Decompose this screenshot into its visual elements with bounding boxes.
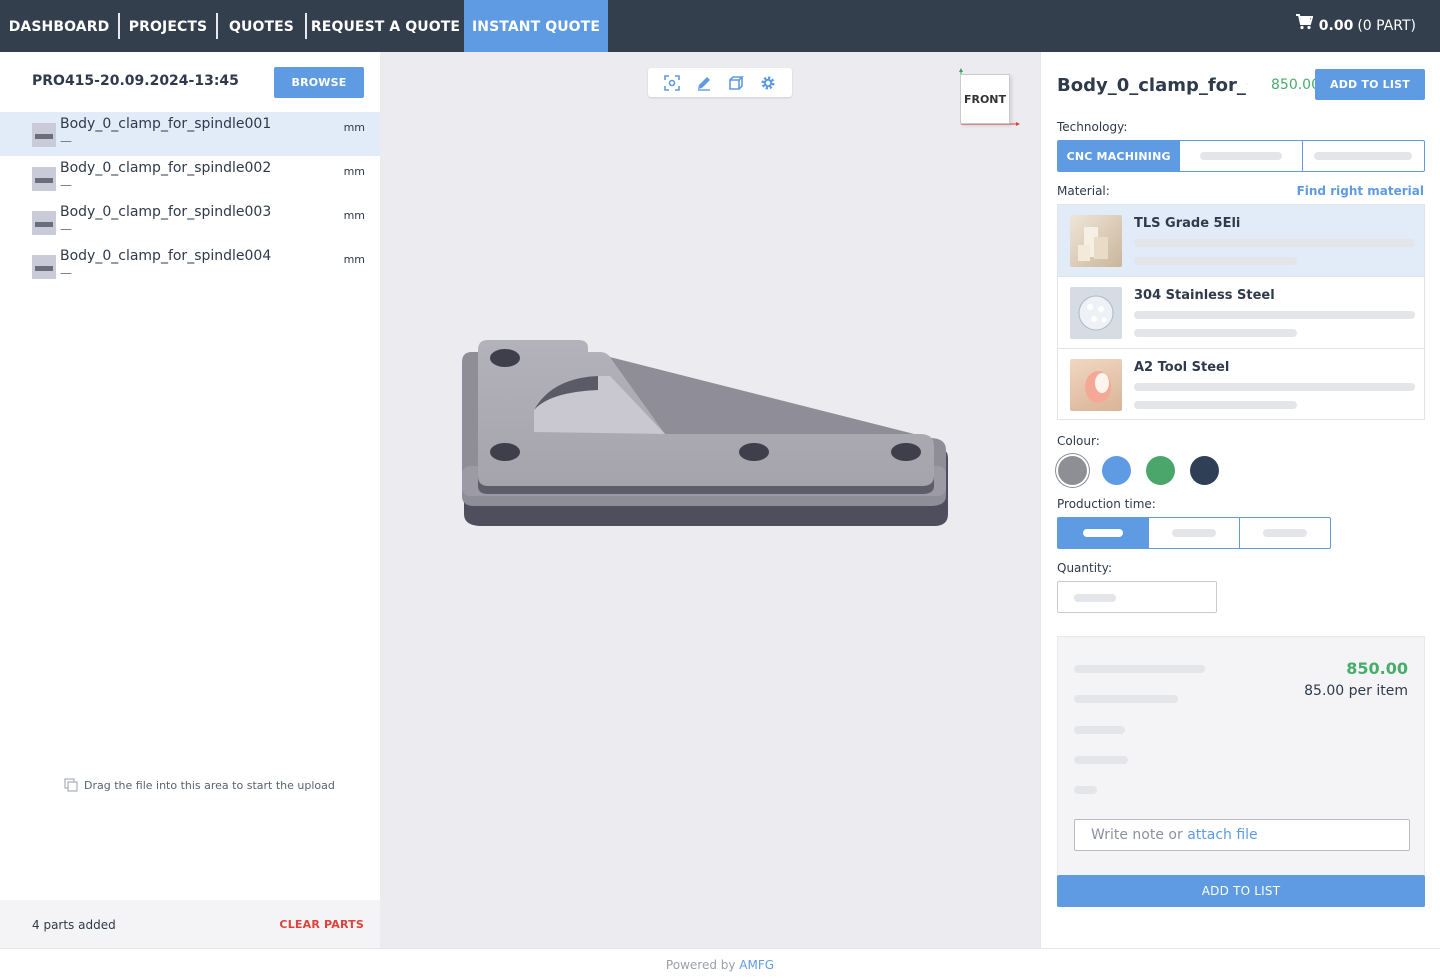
part-row[interactable]: Body_0_clamp_for_spindle001 — mm (0, 112, 380, 156)
total-price: 850.00 (1346, 659, 1408, 678)
nav-instant-quote[interactable]: INSTANT QUOTE (464, 0, 608, 52)
material-image (1070, 287, 1122, 339)
part-unit: mm (343, 209, 365, 222)
cube-view-icon[interactable] (727, 74, 745, 92)
material-option[interactable]: 304 Stainless Steel (1058, 277, 1424, 349)
note-input[interactable]: Write note or attach file (1074, 819, 1410, 851)
nav-request-quote[interactable]: REQUEST A QUOTE (307, 0, 464, 52)
part-unit: mm (343, 121, 365, 134)
production-time-selector (1057, 517, 1331, 549)
part-name: Body_0_clamp_for_spindle004 (60, 248, 272, 264)
drop-hint-text: Drag the file into this area to start th… (84, 778, 335, 792)
parts-footer: 4 parts added CLEAR PARTS (0, 900, 380, 948)
attach-file-link[interactable]: attach file (1187, 827, 1257, 843)
production-option[interactable] (1240, 518, 1330, 548)
part-thumbnail (32, 211, 56, 235)
view-cube[interactable]: FRONT (960, 74, 1010, 124)
brand-link[interactable]: AMFG (739, 958, 774, 972)
edit-icon[interactable] (695, 74, 713, 92)
part-dimensions: — (60, 266, 72, 280)
clear-parts-button[interactable]: CLEAR PARTS (279, 918, 364, 931)
cart-icon (1295, 0, 1314, 52)
price-summary: 850.00 85.00 per item Write note or atta… (1057, 636, 1425, 907)
add-to-list-bottom-button[interactable]: ADD TO LIST (1057, 875, 1425, 907)
colour-swatch-green[interactable] (1146, 456, 1175, 485)
part-thumbnail (32, 167, 56, 191)
tech-option-cnc[interactable]: CNC MACHINING (1058, 141, 1181, 171)
material-name: A2 Tool Steel (1134, 360, 1230, 375)
colour-swatch-blue[interactable] (1102, 456, 1131, 485)
part-thumbnail (32, 123, 56, 147)
part-unit: mm (343, 253, 365, 266)
part-name: Body_0_clamp_for_spindle001 (60, 116, 272, 132)
material-list: TLS Grade 5Eli 304 Stainless Steel A2 To… (1057, 204, 1425, 420)
screenshot-icon[interactable] (663, 74, 681, 92)
nav-quotes[interactable]: QUOTES (218, 0, 305, 52)
colour-swatch-navy[interactable] (1190, 456, 1219, 485)
3d-model (462, 340, 948, 526)
cart-count: (0 PART) (1357, 18, 1416, 34)
per-item-price: 85.00 per item (1304, 683, 1408, 699)
part-thumbnail (32, 255, 56, 279)
part-price: 850.00 (1271, 77, 1320, 93)
drop-zone-hint: Drag the file into this area to start th… (64, 778, 335, 792)
config-panel: Body_0_clamp_for_s... 850.00 ADD TO LIST… (1040, 52, 1440, 948)
nav-dashboard[interactable]: DASHBOARD (0, 0, 118, 52)
3d-viewer[interactable]: FRONT (380, 52, 1040, 948)
colour-label: Colour: (1057, 434, 1100, 448)
add-to-list-button[interactable]: ADD TO LIST (1315, 69, 1425, 100)
cart-button[interactable]: 0.00 (0 PART) (1295, 0, 1416, 52)
find-material-link[interactable]: Find right material (1297, 184, 1424, 198)
material-label: Material: (1057, 184, 1110, 198)
tech-option[interactable] (1303, 141, 1424, 171)
top-nav: DASHBOARD PROJECTS QUOTES REQUEST A QUOT… (0, 0, 1440, 52)
material-option[interactable]: A2 Tool Steel (1058, 349, 1424, 421)
viewer-toolbar (648, 68, 792, 97)
part-row[interactable]: Body_0_clamp_for_spindle003 — mm (0, 200, 380, 244)
material-name: TLS Grade 5Eli (1134, 216, 1241, 231)
part-dimensions: — (60, 222, 72, 236)
part-title: Body_0_clamp_for_s... (1057, 75, 1247, 96)
parts-panel: PRO415-20.09.2024-13:45 BROWSE Body_0_cl… (0, 52, 380, 948)
material-image (1070, 359, 1122, 411)
parts-count: 4 parts added (32, 918, 116, 932)
part-dimensions: — (60, 178, 72, 192)
quantity-input[interactable] (1057, 581, 1217, 613)
page-footer: Powered by AMFG (0, 948, 1440, 980)
part-name: Body_0_clamp_for_spindle002 (60, 160, 272, 176)
production-time-label: Production time: (1057, 497, 1156, 511)
part-row[interactable]: Body_0_clamp_for_spindle004 — mm (0, 244, 380, 288)
part-unit: mm (343, 165, 365, 178)
quantity-label: Quantity: (1057, 561, 1113, 575)
note-placeholder: Write note or (1091, 827, 1188, 843)
part-name: Body_0_clamp_for_spindle003 (60, 204, 272, 220)
cart-amount: 0.00 (1318, 18, 1354, 34)
nav-projects[interactable]: PROJECTS (120, 0, 216, 52)
technology-label: Technology: (1057, 120, 1128, 134)
material-name: 304 Stainless Steel (1134, 288, 1275, 303)
material-option[interactable]: TLS Grade 5Eli (1058, 205, 1424, 277)
browse-button[interactable]: BROWSE (274, 67, 364, 98)
colour-swatch-grey[interactable] (1058, 456, 1087, 485)
production-option[interactable] (1058, 518, 1149, 548)
part-dimensions: — (60, 134, 72, 148)
tech-option[interactable] (1180, 141, 1303, 171)
production-option[interactable] (1149, 518, 1240, 548)
part-row[interactable]: Body_0_clamp_for_spindle002 — mm (0, 156, 380, 200)
material-image (1070, 215, 1122, 267)
copy-icon (64, 778, 78, 792)
gear-icon[interactable] (759, 74, 777, 92)
project-name: PRO415-20.09.2024-13:45 (32, 73, 239, 89)
technology-selector: CNC MACHINING (1057, 140, 1425, 172)
powered-by-text: Powered by (665, 958, 740, 972)
